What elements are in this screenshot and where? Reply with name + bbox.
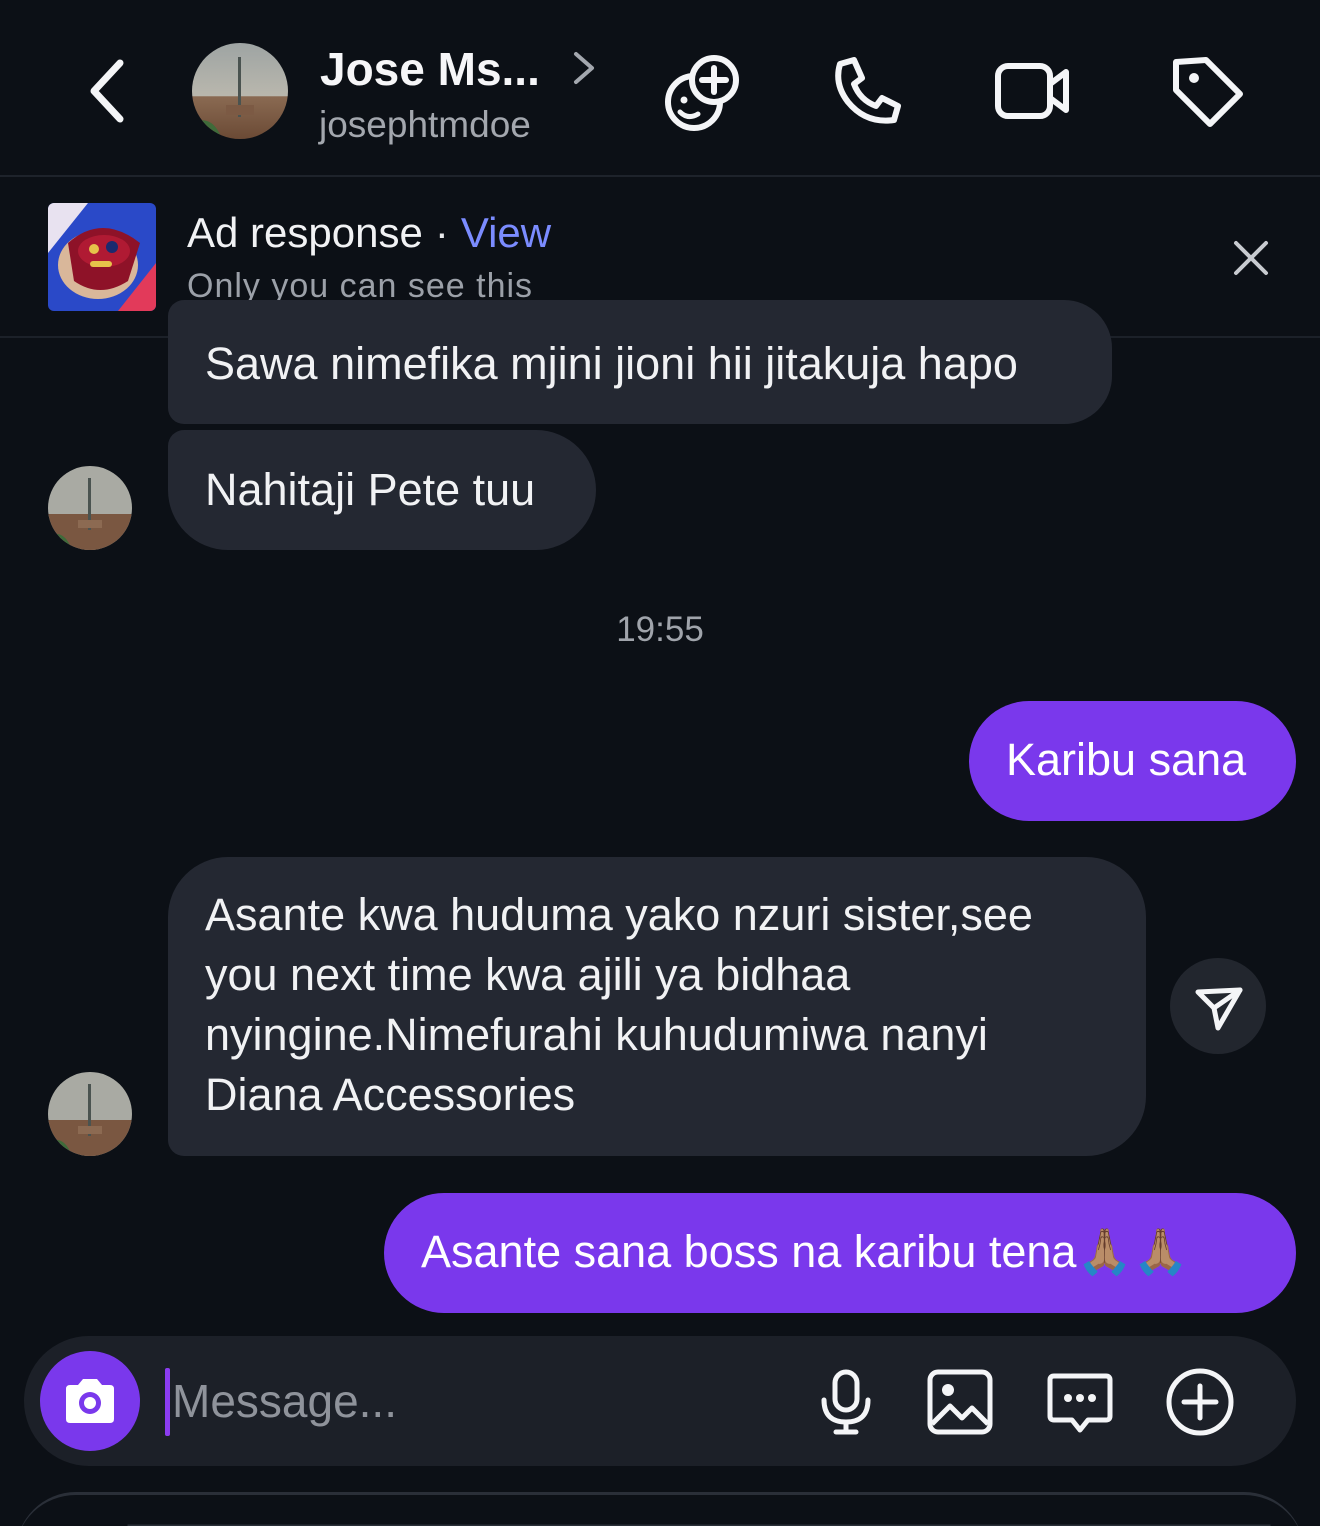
video-camera-icon <box>995 63 1069 119</box>
ad-response-title: Ad response <box>187 209 423 256</box>
sender-avatar[interactable] <box>48 1072 132 1156</box>
message-text: Nahitaji Pete tuu <box>205 464 536 515</box>
microphone-icon <box>821 1369 871 1435</box>
effects-button[interactable] <box>662 50 744 132</box>
chevron-right-icon[interactable] <box>566 48 600 88</box>
ad-banner-close-button[interactable] <box>1226 233 1276 283</box>
dm-thread-screen: Jose Ms... josephtmdoe Ad response · Vie… <box>0 0 1320 1526</box>
ad-thumbnail[interactable] <box>48 203 156 311</box>
effects-add-icon <box>665 55 739 131</box>
bottom-sheet-edge <box>16 1492 1304 1526</box>
message-bubble-incoming[interactable]: Sawa nimefika mjini jioni hii jitakuja h… <box>168 300 1112 424</box>
gallery-button[interactable] <box>924 1366 996 1438</box>
gallery-icon <box>927 1369 993 1435</box>
voice-call-button[interactable] <box>826 50 908 132</box>
message-input[interactable] <box>166 1366 792 1436</box>
camera-icon <box>66 1379 114 1423</box>
message-bubble-incoming[interactable]: Asante kwa huduma yako nzuri sister,see … <box>168 857 1146 1156</box>
ad-view-link[interactable]: View <box>461 209 551 256</box>
sticker-button[interactable] <box>1044 1366 1116 1438</box>
message-text-line: nyingine.Nimefurahi kuhudumiwa nanyi <box>205 1009 988 1060</box>
tag-icon <box>1173 57 1243 127</box>
plus-circle-icon <box>1166 1368 1234 1436</box>
share-message-button[interactable] <box>1170 958 1266 1054</box>
message-composer <box>24 1336 1296 1466</box>
message-text: Sawa nimefika mjini jioni hii jitakuja h… <box>205 338 1018 389</box>
message-bubble-incoming[interactable]: Nahitaji Pete tuu <box>168 430 596 550</box>
chat-header: Jose Ms... josephtmdoe <box>0 0 1320 177</box>
message-text-line: Diana Accessories <box>205 1069 576 1120</box>
label-button[interactable] <box>1166 50 1248 132</box>
voice-message-button[interactable] <box>810 1366 882 1438</box>
ad-separator: · <box>434 209 449 256</box>
back-button[interactable] <box>80 55 140 127</box>
sender-avatar[interactable] <box>48 466 132 550</box>
video-call-button[interactable] <box>992 50 1074 132</box>
message-text: Asante sana boss na karibu tena🙏🏽🙏🏽 <box>421 1226 1189 1277</box>
message-bubble-outgoing[interactable]: Karibu sana <box>969 701 1296 821</box>
contact-avatar[interactable] <box>192 43 288 139</box>
message-bubble-outgoing[interactable]: Asante sana boss na karibu tena🙏🏽🙏🏽 <box>384 1193 1296 1313</box>
more-options-button[interactable] <box>1164 1366 1236 1438</box>
message-text-line: you next time kwa ajili ya bidhaa <box>205 949 851 1000</box>
contact-username: josephtmdoe <box>319 104 531 145</box>
sticker-chat-icon <box>1047 1373 1113 1433</box>
contact-name[interactable]: Jose Ms... <box>320 42 540 96</box>
close-icon <box>1234 241 1268 275</box>
message-text-line: Asante kwa huduma yako nzuri sister,see <box>205 889 1033 940</box>
message-timestamp: 19:55 <box>616 610 704 649</box>
ad-response-line: Ad response · View <box>187 209 551 257</box>
camera-button[interactable] <box>40 1351 140 1451</box>
back-chevron-icon <box>90 59 124 123</box>
send-icon <box>1195 987 1243 1031</box>
message-text: Karibu sana <box>1006 734 1247 785</box>
phone-icon <box>835 57 901 124</box>
